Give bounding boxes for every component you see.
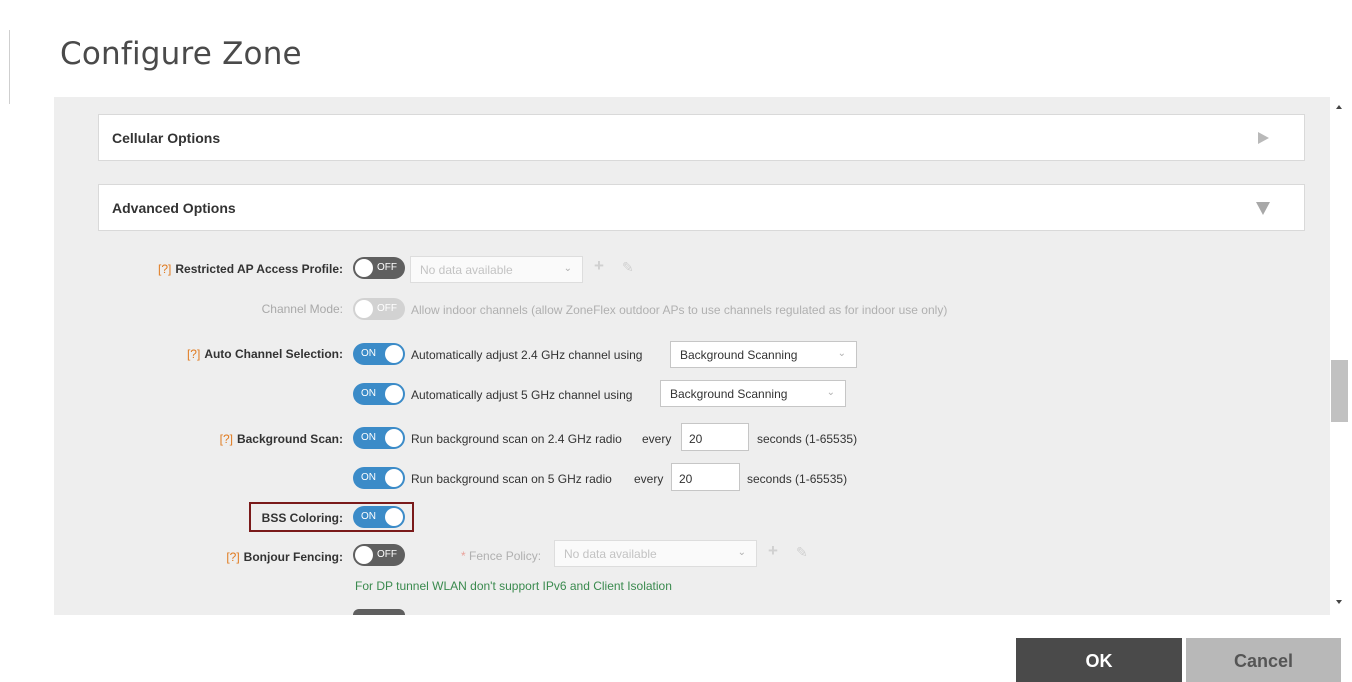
channel-mode-toggle[interactable]: OFF	[353, 298, 405, 320]
every-label: every	[634, 472, 664, 486]
cancel-button[interactable]: Cancel	[1186, 638, 1341, 682]
page-title: Configure Zone	[60, 36, 302, 72]
add-icon[interactable]: +	[768, 541, 778, 561]
advanced-options-header[interactable]: Advanced Options	[98, 184, 1305, 231]
background-scan-label: [?] Background Scan:	[219, 432, 343, 446]
next-toggle-partial[interactable]	[353, 609, 405, 615]
help-link[interactable]: [?]	[158, 262, 171, 276]
cellular-options-header[interactable]: Cellular Options	[98, 114, 1305, 161]
dp-tunnel-note: For DP tunnel WLAN don't support IPv6 an…	[355, 579, 672, 593]
bonjour-fencing-label: [?] Bonjour Fencing:	[226, 550, 343, 564]
help-link[interactable]: [?]	[226, 550, 239, 564]
bss-coloring-label: BSS Coloring:	[261, 511, 343, 525]
bonjour-fencing-toggle[interactable]: OFF	[353, 544, 405, 566]
seconds-range-label: seconds (1-65535)	[747, 472, 848, 486]
every-label: every	[642, 432, 672, 446]
channel-mode-description: Allow indoor channels (allow ZoneFlex ou…	[411, 303, 948, 317]
auto-channel-24-toggle[interactable]: ON	[353, 343, 405, 365]
collapse-arrow-icon[interactable]	[1256, 202, 1270, 215]
restricted-ap-label: [?] Restricted AP Access Profile:	[158, 262, 343, 276]
chevron-down-icon: ⌄	[737, 547, 746, 558]
channel-mode-label: Channel Mode:	[261, 302, 343, 316]
edit-pencil-icon[interactable]: ✎	[796, 544, 808, 561]
auto-channel-24-text: Automatically adjust 2.4 GHz channel usi…	[411, 348, 643, 362]
background-scan-5-text: Run background scan on 5 GHz radio	[411, 472, 612, 486]
chevron-down-icon: ⌄	[563, 263, 572, 274]
bss-coloring-toggle[interactable]: ON	[353, 506, 405, 528]
toggle-knob	[385, 429, 403, 447]
toggle-knob	[355, 546, 373, 564]
toggle-knob	[385, 345, 403, 363]
auto-channel-label: [?] Auto Channel Selection:	[186, 347, 343, 361]
restricted-ap-select[interactable]: No data available ⌄	[410, 256, 583, 283]
scrollbar-thumb[interactable]	[1331, 360, 1348, 422]
edit-pencil-icon[interactable]: ✎	[622, 259, 634, 276]
background-scan-5-interval-input[interactable]: 20	[671, 463, 740, 491]
ok-button[interactable]: OK	[1016, 638, 1182, 682]
fence-policy-select[interactable]: No data available ⌄	[554, 540, 757, 567]
add-icon[interactable]: +	[594, 256, 604, 276]
expand-arrow-icon[interactable]	[1258, 132, 1269, 144]
scroll-up-arrow-icon[interactable]	[1336, 105, 1342, 109]
toggle-knob	[355, 300, 373, 318]
background-scan-24-toggle[interactable]: ON	[353, 427, 405, 449]
help-link[interactable]: [?]	[187, 347, 200, 361]
fence-policy-label: * Fence Policy:	[461, 549, 542, 563]
background-scan-5-toggle[interactable]: ON	[353, 467, 405, 489]
chevron-down-icon: ⌄	[837, 348, 846, 359]
auto-channel-5-select[interactable]: Background Scanning ⌄	[660, 380, 846, 407]
scroll-down-arrow-icon[interactable]	[1336, 600, 1342, 604]
background-scan-24-interval-input[interactable]: 20	[681, 423, 749, 451]
left-divider	[9, 30, 10, 104]
auto-channel-5-toggle[interactable]: ON	[353, 383, 405, 405]
advanced-options-title: Advanced Options	[112, 200, 236, 216]
toggle-knob	[385, 385, 403, 403]
toggle-knob	[385, 508, 403, 526]
help-link[interactable]: [?]	[220, 432, 233, 446]
auto-channel-5-text: Automatically adjust 5 GHz channel using	[411, 388, 633, 402]
background-scan-24-text: Run background scan on 2.4 GHz radio	[411, 432, 622, 446]
scrollbar[interactable]	[1330, 97, 1352, 615]
cellular-options-title: Cellular Options	[112, 130, 221, 146]
restricted-ap-toggle[interactable]: OFF	[353, 257, 405, 279]
auto-channel-24-select[interactable]: Background Scanning ⌄	[670, 341, 857, 368]
seconds-range-label: seconds (1-65535)	[757, 432, 858, 446]
toggle-knob	[385, 469, 403, 487]
toggle-knob	[355, 259, 373, 277]
chevron-down-icon: ⌄	[826, 387, 835, 398]
